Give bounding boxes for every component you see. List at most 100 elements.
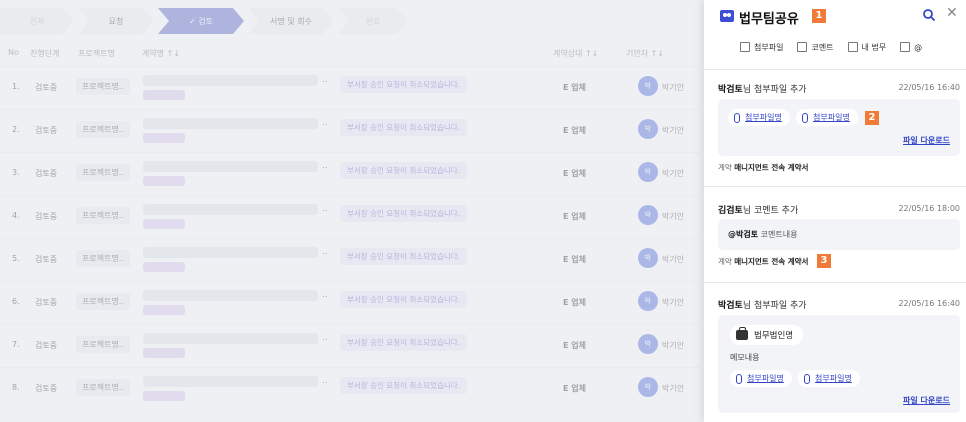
table-row[interactable]: 8. 검토중 프로젝트명.... 부서장 승인 요청이 취소되었습니다. E 업체 박 박기… (0, 367, 700, 410)
col-no: No (8, 48, 19, 57)
row-stage: 검토중 (35, 384, 58, 393)
row-number: 5. (12, 254, 20, 263)
row-project-badge: 프로젝트명.. (76, 293, 130, 310)
comment-text: @박검토 코멘트내용 (728, 230, 798, 239)
step-all[interactable]: 전체 (0, 8, 74, 34)
annotation-marker-1: 1 (812, 9, 826, 23)
row-ellipsis: .. (322, 247, 328, 257)
row-contract-name-blurred (143, 376, 318, 387)
table-row[interactable]: 4. 검토중 프로젝트명.... 부서장 승인 요청이 취소되었습니다. E 업체 박 박기… (0, 195, 700, 238)
row-counterparty: E 업체 (563, 298, 586, 307)
row-requester-name: 박기안 (662, 255, 685, 264)
entry-date: 22/05/16 16:40 (898, 83, 960, 92)
entry-title: 박검토님 첨부파일 추가 (718, 85, 807, 95)
step-review[interactable]: ✓ 검토 (158, 8, 244, 34)
attachment-link[interactable]: 첨부파일명 (798, 370, 860, 387)
col-contract[interactable]: 계약명 ↑↓ (142, 48, 180, 59)
activity-entry: 김검토님 코멘트 추가 22/05/16 18:00 @박검토 코멘트내용 계약… (704, 203, 966, 273)
row-ellipsis: .. (322, 75, 328, 85)
row-stage: 검토중 (35, 255, 58, 264)
divider (704, 186, 966, 187)
table-row[interactable]: 2. 검토중 프로젝트명.... 부서장 승인 요청이 취소되었습니다. E 업체 박 박기… (0, 109, 700, 152)
col-stage[interactable]: 진행단계 (30, 48, 59, 59)
row-request-badge: 부서장 승인 요청이 취소되었습니다. (340, 334, 468, 351)
table-row[interactable]: 1. 검토중 프로젝트명.... 부서장 승인 요청이 취소되었습니다. E 업체 박 박기… (0, 66, 700, 109)
filter-attachment[interactable]: 첨부파일 (740, 42, 783, 53)
row-contract-tag-blurred (143, 219, 185, 229)
step-complete[interactable]: 완료 (338, 8, 408, 34)
attachment-link[interactable]: 첨부파일명 (730, 370, 792, 387)
avatar: 박 (638, 291, 658, 311)
row-counterparty: E 업체 (563, 126, 586, 135)
activity-entry: 박검토님 첨부파일 추가 22/05/16 16:40 법무법인명 메모내용 첨… (704, 298, 966, 422)
row-stage: 검토중 (35, 169, 58, 178)
checkbox[interactable] (847, 42, 858, 52)
panel-title: 법무팀공유 (739, 12, 799, 27)
row-contract-tag-blurred (143, 348, 185, 358)
row-request-badge: 부서장 승인 요청이 취소되었습니다. (340, 119, 468, 136)
row-requester-name: 박기안 (662, 341, 685, 350)
avatar: 박 (638, 205, 658, 225)
col-project[interactable]: 프로젝트명 (78, 48, 115, 59)
paperclip-icon (736, 373, 742, 384)
row-contract-name-blurred (143, 333, 318, 344)
entry-contract: 계약 매니지먼트 전속 계약서 (718, 257, 809, 266)
col-requester[interactable]: 기안자 ↑↓ (626, 48, 664, 59)
row-contract-tag-blurred (143, 391, 185, 401)
briefcase-icon (736, 327, 748, 340)
row-project-badge: 프로젝트명.. (76, 78, 130, 95)
step-request[interactable]: 요청 (78, 8, 154, 34)
file-download-link[interactable]: 파일 다운로드 (903, 395, 950, 406)
filter-bar: 첨부파일 코멘트 내 법무 @ (740, 40, 922, 54)
law-firm-chip: 법무법인명 (730, 325, 804, 345)
table-row[interactable]: 3. 검토중 프로젝트명.... 부서장 승인 요청이 취소되었습니다. E 업체 박 박기… (0, 152, 700, 195)
row-project-badge: 프로젝트명.. (76, 336, 130, 353)
close-icon[interactable]: ✕ (946, 6, 958, 20)
entry-date: 22/05/16 16:40 (898, 299, 960, 308)
row-contract-name-blurred (143, 247, 318, 258)
search-icon[interactable] (922, 7, 936, 22)
table-row[interactable]: 5. 검토중 프로젝트명.... 부서장 승인 요청이 취소되었습니다. E 업체 박 박기… (0, 238, 700, 281)
row-requester-name: 박기안 (662, 298, 685, 307)
table-row[interactable]: 7. 검토중 프로젝트명.... 부서장 승인 요청이 취소되었습니다. E 업체 박 박기… (0, 324, 700, 367)
checkbox[interactable] (900, 42, 911, 52)
entry-contract: 계약 매니지먼트 전속 계약서 (718, 163, 809, 172)
row-stage: 검토중 (35, 126, 58, 135)
row-project-badge: 프로젝트명.. (76, 250, 130, 267)
row-number: 1. (12, 82, 20, 91)
row-counterparty: E 업체 (563, 83, 586, 92)
row-project-badge: 프로젝트명.. (76, 379, 130, 396)
attachment-link[interactable]: 첨부파일명 (728, 109, 790, 126)
avatar: 박 (638, 119, 658, 139)
row-request-badge: 부서장 승인 요청이 취소되었습니다. (340, 291, 468, 308)
row-project-badge: 프로젝트명.. (76, 164, 130, 181)
avatar: 박 (638, 248, 658, 268)
step-sign-collect[interactable]: 서명 및 회수 (248, 8, 334, 34)
row-counterparty: E 업체 (563, 255, 586, 264)
avatar: 박 (638, 76, 658, 96)
avatar: 박 (638, 162, 658, 182)
filter-mention[interactable]: @ (900, 42, 922, 52)
paperclip-icon (804, 373, 810, 384)
row-counterparty: E 업체 (563, 212, 586, 221)
filter-my-legal[interactable]: 내 법무 (847, 42, 886, 53)
row-contract-tag-blurred (143, 176, 185, 186)
row-counterparty: E 업체 (563, 341, 586, 350)
attachment-card: 첨부파일명 첨부파일명 2 파일 다운로드 (718, 99, 960, 156)
row-request-badge: 부서장 승인 요청이 취소되었습니다. (340, 76, 468, 93)
filter-comment[interactable]: 코멘트 (797, 42, 834, 53)
col-counterparty[interactable]: 계약상대 ↑↓ (553, 48, 598, 59)
row-requester-name: 박기안 (662, 212, 685, 221)
row-request-badge: 부서장 승인 요청이 취소되었습니다. (340, 248, 468, 265)
table-row[interactable]: 6. 검토중 프로젝트명.... 부서장 승인 요청이 취소되었습니다. E 업체 박 박기… (0, 281, 700, 324)
file-download-link[interactable]: 파일 다운로드 (903, 135, 950, 146)
row-number: 3. (12, 168, 20, 177)
avatar: 박 (638, 334, 658, 354)
checkbox[interactable] (797, 42, 808, 52)
row-request-badge: 부서장 승인 요청이 취소되었습니다. (340, 205, 468, 222)
checkbox[interactable] (740, 42, 750, 52)
comment-card: @박검토 코멘트내용 (718, 219, 960, 250)
row-ellipsis: .. (322, 118, 328, 128)
progress-steps: 전체 요청 ✓ 검토 서명 및 회수 완료 (0, 8, 412, 34)
attachment-link[interactable]: 첨부파일명 (796, 109, 858, 126)
